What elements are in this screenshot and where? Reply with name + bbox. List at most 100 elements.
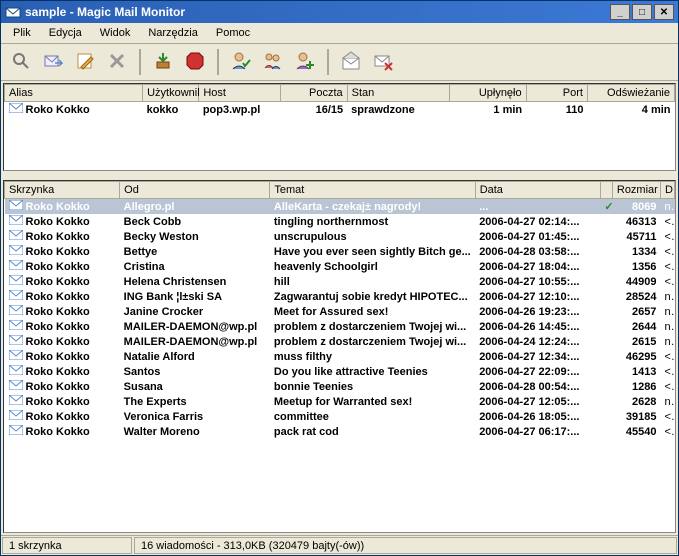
msg-date: 2006-04-27 22:09:... <box>475 364 600 379</box>
msg-from: Veronica Farris <box>120 409 270 424</box>
mail-open-icon <box>341 51 361 74</box>
accounts-panel: AliasUżytkownikHostPocztaStanUpłynęłoPor… <box>3 83 676 171</box>
splitter[interactable] <box>1 173 678 178</box>
accounts-header-1[interactable]: Użytkownik <box>143 85 199 102</box>
msg-from: Becky Weston <box>120 229 270 244</box>
msg-check <box>600 274 612 289</box>
message-row[interactable]: Roko KokkoMAILER-DAEMON@wp.plproblem z d… <box>5 334 675 349</box>
accounts-header-5[interactable]: Upłynęło <box>449 85 526 102</box>
messages-header-3[interactable]: Data <box>475 182 600 199</box>
menu-plik[interactable]: Plik <box>5 25 39 41</box>
user-add-button[interactable] <box>291 48 319 76</box>
users-button[interactable] <box>259 48 287 76</box>
messages-header-0[interactable]: Skrzynka <box>5 182 120 199</box>
delete-button[interactable] <box>103 48 131 76</box>
delete-icon <box>107 51 127 74</box>
check-icon: ✓ <box>604 201 612 213</box>
msg-check <box>600 304 612 319</box>
messages-header-6[interactable]: D <box>660 182 674 199</box>
minimize-button[interactable]: _ <box>610 4 630 20</box>
msg-subject: pack rat cod <box>270 424 475 439</box>
accounts-header-3[interactable]: Poczta <box>281 85 347 102</box>
envelope-icon <box>9 365 23 375</box>
message-row[interactable]: Roko KokkoCristinaheavenly Schoolgirl200… <box>5 259 675 274</box>
envelope-icon <box>9 335 23 345</box>
account-row[interactable]: Roko Kokkokokkopop3.wp.pl16/15sprawdzone… <box>5 102 675 118</box>
msg-date: 2006-04-27 12:34:... <box>475 349 600 364</box>
message-row[interactable]: Roko KokkoBeck Cobbtingling northernmost… <box>5 214 675 229</box>
msg-size: 28524 <box>612 289 660 304</box>
message-row[interactable]: Roko KokkoNatalie Alfordmuss filthy2006-… <box>5 349 675 364</box>
accounts-header-7[interactable]: Odświeżanie <box>587 85 674 102</box>
message-row[interactable]: Roko KokkoSantosDo you like attractive T… <box>5 364 675 379</box>
menu-edycja[interactable]: Edycja <box>41 25 90 41</box>
menu-narzędzia[interactable]: Narzędzia <box>140 25 206 41</box>
msg-from: Helena Christensen <box>120 274 270 289</box>
msg-size: 46295 <box>612 349 660 364</box>
mail-open-button[interactable] <box>337 48 365 76</box>
messages-table[interactable]: SkrzynkaOdTematData RozmiarD Roko KokkoAl… <box>4 181 675 439</box>
messages-header-2[interactable]: Temat <box>270 182 475 199</box>
msg-size: 1413 <box>612 364 660 379</box>
messages-header-1[interactable]: Od <box>120 182 270 199</box>
message-row[interactable]: Roko KokkoVeronica Farriscommittee2006-0… <box>5 409 675 424</box>
msg-subject: Zagwarantuj sobie kredyt HIPOTEC... <box>270 289 475 304</box>
compose-button[interactable] <box>71 48 99 76</box>
msg-date: 2006-04-27 06:17:... <box>475 424 600 439</box>
envelope-icon <box>9 425 23 435</box>
msg-d: < <box>660 424 674 439</box>
messages-header-5[interactable]: Rozmiar <box>612 182 660 199</box>
forward-button[interactable] <box>39 48 67 76</box>
msg-d: < <box>660 214 674 229</box>
mail-delete-button[interactable] <box>369 48 397 76</box>
msg-box: Roko Kokko <box>5 214 120 229</box>
msg-box: Roko Kokko <box>5 424 120 439</box>
stop-button[interactable] <box>181 48 209 76</box>
envelope-icon <box>9 350 23 360</box>
download-button[interactable] <box>149 48 177 76</box>
accounts-header-6[interactable]: Port <box>526 85 587 102</box>
envelope-icon <box>9 275 23 285</box>
search-button[interactable] <box>7 48 35 76</box>
msg-size: 2644 <box>612 319 660 334</box>
menu-widok[interactable]: Widok <box>92 25 139 41</box>
close-button[interactable]: ✕ <box>654 4 674 20</box>
msg-date: 2006-04-27 12:10:... <box>475 289 600 304</box>
title-prefix: sample <box>25 5 66 19</box>
message-row[interactable]: Roko KokkoSusanabonnie Teenies2006-04-28… <box>5 379 675 394</box>
msg-d: < <box>660 244 674 259</box>
message-row[interactable]: Roko KokkoThe ExpertsMeetup for Warrante… <box>5 394 675 409</box>
message-row[interactable]: Roko KokkoING Bank ¦l±ski SAZagwarantuj … <box>5 289 675 304</box>
message-row[interactable]: Roko KokkoBecky Westonunscrupulous2006-0… <box>5 229 675 244</box>
accounts-table[interactable]: AliasUżytkownikHostPocztaStanUpłynęłoPor… <box>4 84 675 117</box>
envelope-icon <box>9 260 23 270</box>
user-check-button[interactable] <box>227 48 255 76</box>
msg-check <box>600 394 612 409</box>
msg-d: n <box>660 334 674 349</box>
msg-date: ... <box>475 199 600 215</box>
msg-d: < <box>660 259 674 274</box>
msg-check <box>600 334 612 349</box>
message-row[interactable]: Roko KokkoAllegro.plAlleKarta - czekaj± … <box>5 199 675 215</box>
message-row[interactable]: Roko KokkoBettyeHave you ever seen sight… <box>5 244 675 259</box>
messages-header-4[interactable] <box>600 182 612 199</box>
window-buttons: _ □ ✕ <box>610 4 674 20</box>
message-row[interactable]: Roko KokkoHelena Christensenhill2006-04-… <box>5 274 675 289</box>
accounts-header-2[interactable]: Host <box>199 85 281 102</box>
window-title: sample - Magic Mail Monitor <box>25 5 610 19</box>
msg-check <box>600 379 612 394</box>
message-row[interactable]: Roko KokkoWalter Morenopack rat cod2006-… <box>5 424 675 439</box>
msg-from: Walter Moreno <box>120 424 270 439</box>
msg-check <box>600 289 612 304</box>
msg-subject: committee <box>270 409 475 424</box>
menu-pomoc[interactable]: Pomoc <box>208 25 258 41</box>
msg-box: Roko Kokko <box>5 199 120 215</box>
msg-date: 2006-04-27 18:04:... <box>475 259 600 274</box>
message-row[interactable]: Roko KokkoJanine CrockerMeet for Assured… <box>5 304 675 319</box>
toolbar-separator <box>327 49 329 75</box>
msg-date: 2006-04-28 03:58:... <box>475 244 600 259</box>
message-row[interactable]: Roko KokkoMAILER-DAEMON@wp.plproblem z d… <box>5 319 675 334</box>
accounts-header-4[interactable]: Stan <box>347 85 449 102</box>
maximize-button[interactable]: □ <box>632 4 652 20</box>
accounts-header-0[interactable]: Alias <box>5 85 143 102</box>
